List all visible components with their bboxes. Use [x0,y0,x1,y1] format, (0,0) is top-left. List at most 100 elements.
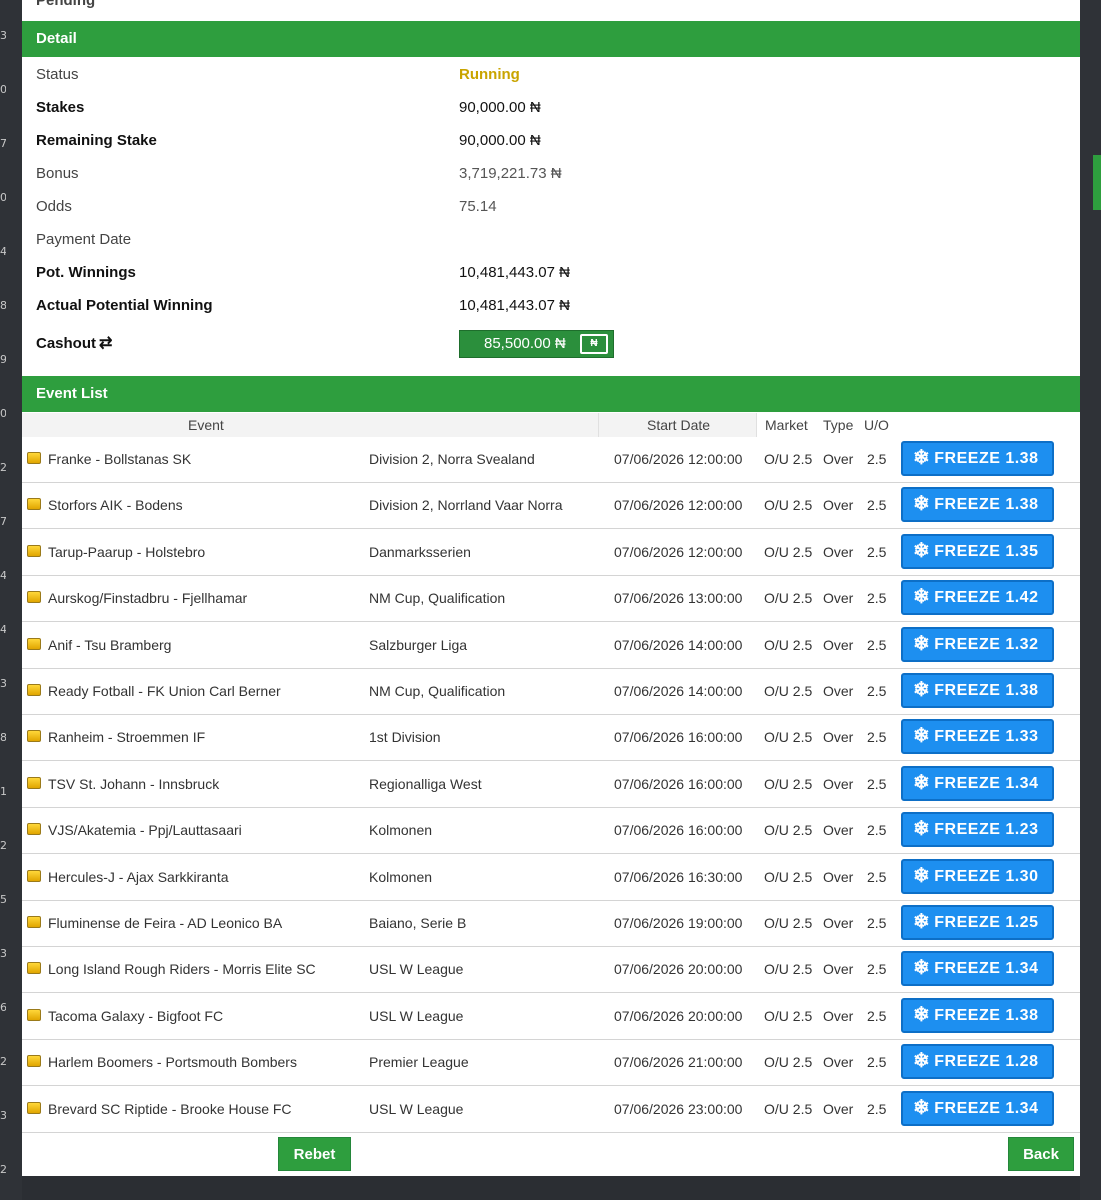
event-type: Over [823,868,854,885]
detail-row: Actual Potential Winning 10,481,443.07 ₦ [22,289,1080,322]
detail-row: Pot. Winnings 10,481,443.07 ₦ [22,256,1080,289]
freeze-button[interactable]: ❄ FREEZE 1.34 [901,1090,1054,1126]
detail-value: 10,481,443.07 ₦ [459,264,570,281]
freeze-button[interactable]: ❄ FREEZE 1.23 [901,812,1054,848]
detail-label: Stakes [36,99,85,116]
event-league: USL W League [369,961,464,978]
event-type: Over [823,590,854,607]
event-start-date: 07/06/2026 12:00:00 [614,497,743,514]
col-event: Event [188,417,224,433]
snowflake-icon: ❄ [913,679,931,701]
freeze-label: FREEZE 1.34 [934,960,1039,978]
event-uo: 2.5 [867,729,887,746]
freeze-label: FREEZE 1.38 [934,1006,1039,1024]
event-name: Aurskog/Finstadbru - Fjellhamar [48,590,248,607]
event-flag-icon [27,684,41,696]
event-type: Over [823,729,854,746]
event-flag-icon [27,823,41,836]
freeze-button[interactable]: ❄ FREEZE 1.35 [901,533,1054,569]
event-start-date: 07/06/2026 16:00:00 [614,729,743,746]
detail-row: Payment Date [22,223,1080,256]
event-league: Kolmonen [369,822,433,839]
freeze-button[interactable]: ❄ FREEZE 1.38 [901,441,1054,476]
event-start-date: 07/06/2026 16:00:00 [614,775,743,792]
event-name: Brevard SC Riptide - Brooke House FC [48,1100,292,1117]
event-row: Anif - Tsu Bramberg Salzburger Liga 07/06/… [22,623,1080,669]
snowflake-icon: ❄ [913,771,931,794]
freeze-label: FREEZE 1.38 [934,682,1039,699]
back-button[interactable]: Back [1008,1137,1074,1171]
snowflake-icon: ❄ [913,447,931,469]
gutter-number: 6 [0,1002,6,1014]
event-name: Long Island Rough Riders - Morris Elite … [48,961,316,978]
snowflake-icon: ❄ [913,911,931,933]
detail-value: Running [459,66,520,83]
freeze-button[interactable]: ❄ FREEZE 1.33 [901,719,1054,755]
freeze-button[interactable]: ❄ FREEZE 1.25 [901,905,1054,940]
event-market: O/U 2.5 [764,590,813,607]
event-name: Storfors AIK - Bodens [48,497,183,514]
event-start-date: 07/06/2026 23:00:00 [614,1100,743,1117]
gutter-number: 7 [0,516,6,528]
event-uo: 2.5 [867,868,887,885]
event-uo: 2.5 [867,1100,887,1117]
event-row: Storfors AIK - Bodens Division 2, Norrlan… [22,483,1080,530]
freeze-button[interactable]: ❄ FREEZE 1.42 [901,580,1054,616]
freeze-button[interactable]: ❄ FREEZE 1.34 [901,765,1054,801]
freeze-button[interactable]: ❄ FREEZE 1.32 [901,626,1054,662]
detail-label: Pot. Winnings [36,264,136,281]
gutter-number: 2 [0,840,6,852]
snowflake-icon: ❄ [913,818,931,841]
scroll-indicator[interactable] [1093,155,1101,210]
event-market: O/U 2.5 [764,775,813,792]
event-start-date: 07/06/2026 12:00:00 [614,543,743,560]
gutter-number: 3 [0,678,6,690]
gutter-number: 8 [0,300,6,312]
event-type: Over [823,451,854,467]
event-row: Fluminense de Feira - AD Leonico BA Baian… [22,901,1080,947]
col-type: Type [823,417,854,433]
event-uo: 2.5 [867,543,887,560]
event-name: Tarup-Paarup - Holstebro [48,543,206,560]
event-name: Hercules-J - Ajax Sarkkiranta [48,868,229,885]
cashout-button[interactable]: 85,500.00 ₦ ₦ [459,330,614,358]
event-row: Ready Fotball - FK Union Carl Berner NM C… [22,669,1080,715]
event-type: Over [823,961,854,978]
event-row: Harlem Boomers - Portsmouth Bombers Premi… [22,1040,1080,1087]
rebet-button[interactable]: Rebet [278,1137,351,1171]
freeze-button[interactable]: ❄ FREEZE 1.38 [901,487,1054,523]
event-flag-icon [27,962,41,975]
event-type: Over [823,775,854,792]
detail-row: Bonus 3,719,221.73 ₦ [22,157,1080,190]
freeze-label: FREEZE 1.23 [934,821,1039,839]
snowflake-icon: ❄ [913,1003,931,1026]
col-market: Market [765,417,808,433]
refresh-icon[interactable]: ⇄ [99,327,112,360]
event-flag-icon [27,1101,41,1114]
freeze-button[interactable]: ❄ FREEZE 1.28 [901,1044,1054,1080]
snowflake-icon: ❄ [913,1050,931,1073]
freeze-button[interactable]: ❄ FREEZE 1.38 [901,997,1054,1033]
freeze-label: FREEZE 1.38 [934,450,1039,467]
event-list-header: Event List [22,376,1080,412]
gutter-number: 7 [0,138,6,150]
event-type: Over [823,915,854,931]
event-start-date: 07/06/2026 14:00:00 [614,636,743,653]
event-row: Long Island Rough Riders - Morris Elite … [22,947,1080,994]
freeze-button[interactable]: ❄ FREEZE 1.38 [901,673,1054,708]
detail-label: Odds [36,198,72,215]
event-flag-icon [27,1055,41,1068]
freeze-button[interactable]: ❄ FREEZE 1.34 [901,951,1054,987]
event-type: Over [823,543,854,560]
event-name: Anif - Tsu Bramberg [48,636,172,653]
event-table-header: Event Start Date Market Type U/O [22,413,1080,437]
event-name: TSV St. Johann - Innsbruck [48,775,220,792]
event-uo: 2.5 [867,636,887,653]
event-flag-icon [27,637,41,650]
event-market: O/U 2.5 [764,915,813,931]
event-type: Over [823,683,854,699]
freeze-label: FREEZE 1.34 [934,1099,1039,1117]
freeze-button[interactable]: ❄ FREEZE 1.30 [901,858,1054,894]
snowflake-icon: ❄ [913,539,931,562]
gutter-number: 4 [0,624,6,636]
